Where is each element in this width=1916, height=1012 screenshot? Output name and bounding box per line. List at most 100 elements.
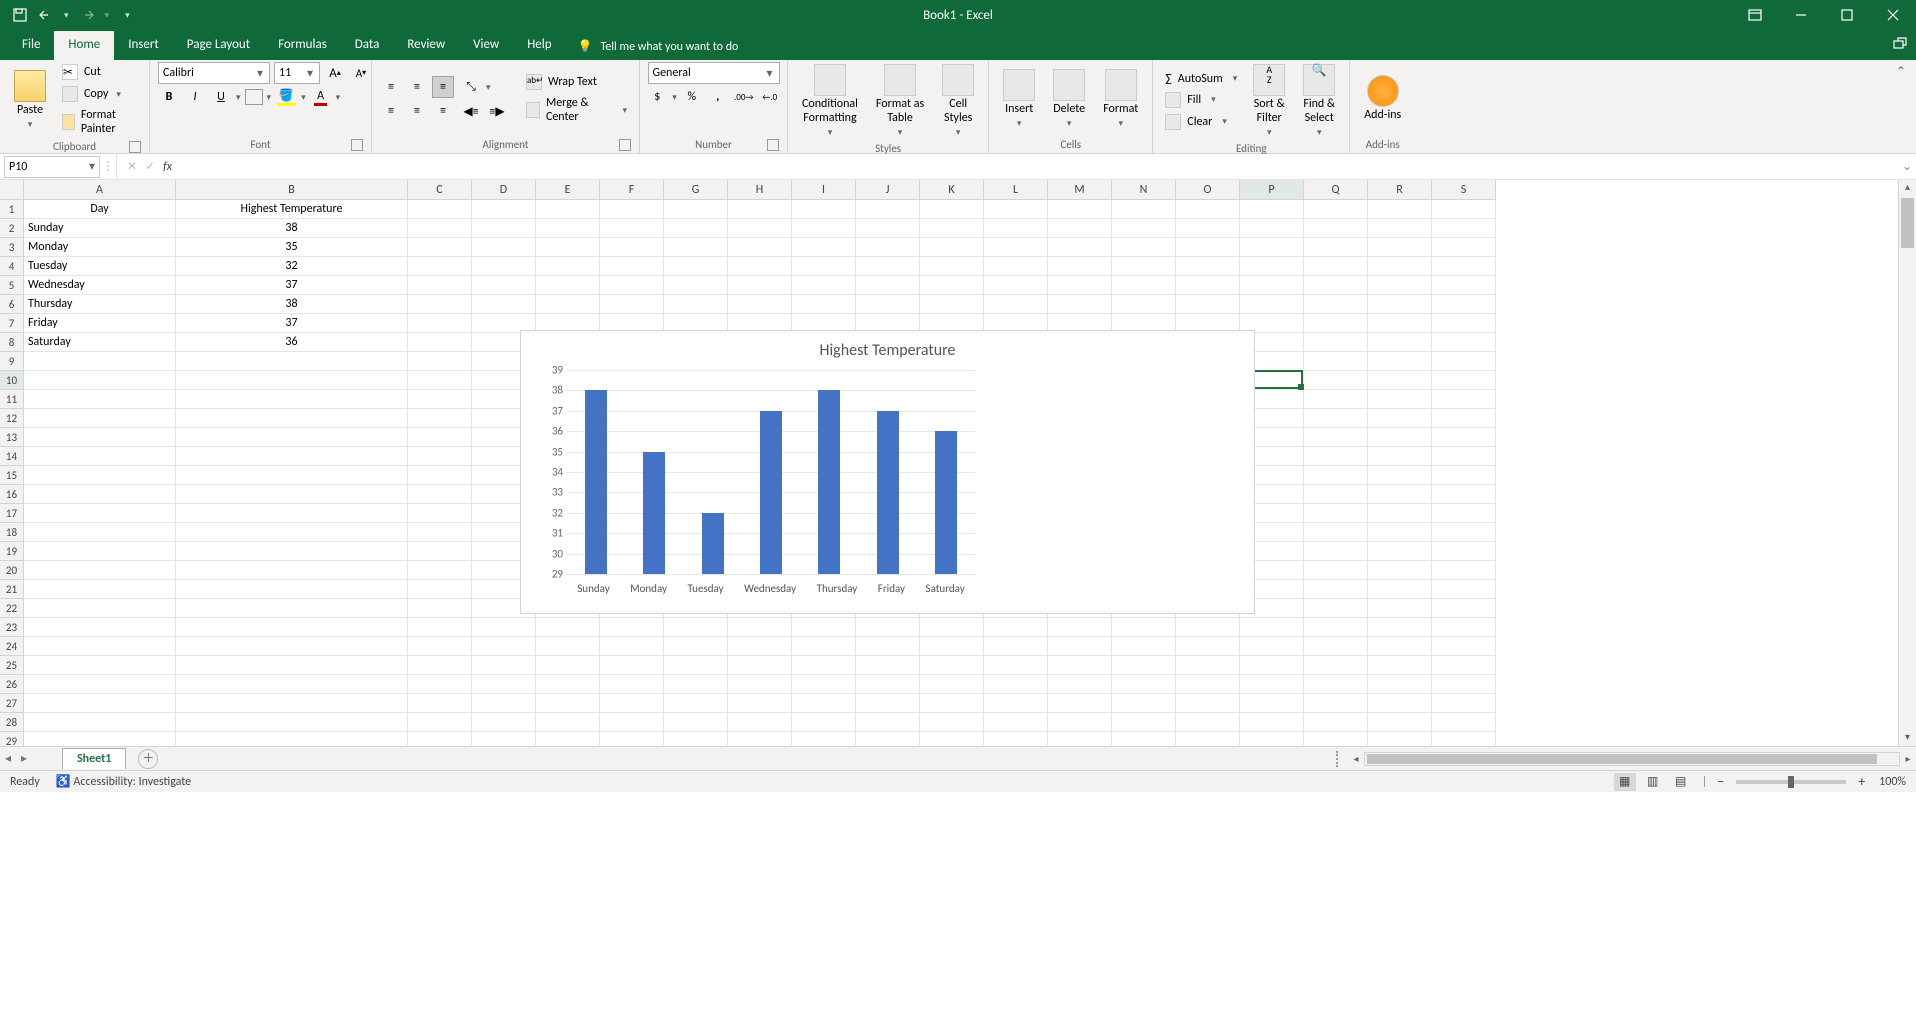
cell[interactable] — [1432, 732, 1496, 746]
cell[interactable]: Sunday — [24, 219, 176, 238]
cell[interactable] — [408, 637, 472, 656]
cell[interactable] — [472, 200, 536, 219]
cell[interactable] — [1240, 732, 1304, 746]
cell[interactable] — [920, 618, 984, 637]
cell[interactable] — [1432, 637, 1496, 656]
cell[interactable] — [728, 257, 792, 276]
cell[interactable] — [1368, 694, 1432, 713]
cell[interactable] — [1048, 295, 1112, 314]
cell[interactable] — [408, 561, 472, 580]
cell[interactable] — [176, 580, 408, 599]
cell-styles-button[interactable]: Cell Styles▾ — [936, 62, 980, 140]
row-header-9[interactable]: 9 — [0, 352, 24, 371]
cell[interactable] — [1368, 352, 1432, 371]
cell[interactable] — [600, 200, 664, 219]
cell[interactable] — [1368, 257, 1432, 276]
row-header-15[interactable]: 15 — [0, 466, 24, 485]
cell[interactable]: Thursday — [24, 295, 176, 314]
cell[interactable] — [176, 371, 408, 390]
redo-icon[interactable] — [79, 7, 95, 23]
cell[interactable] — [1304, 295, 1368, 314]
cell[interactable] — [728, 276, 792, 295]
cell[interactable] — [664, 618, 728, 637]
decrease-indent-button[interactable]: ◀≡ — [460, 100, 482, 122]
cell[interactable] — [920, 295, 984, 314]
cell[interactable] — [1432, 542, 1496, 561]
cell[interactable] — [1240, 276, 1304, 295]
col-header-C[interactable]: C — [408, 180, 472, 200]
cell[interactable] — [1176, 694, 1240, 713]
dialog-launcher-icon[interactable] — [129, 141, 141, 153]
horizontal-scrollbar[interactable]: ◂ ▸ — [1336, 750, 1916, 768]
underline-button[interactable]: U — [210, 86, 232, 108]
cell[interactable]: Saturday — [24, 333, 176, 352]
cell[interactable] — [600, 295, 664, 314]
cell[interactable] — [1432, 485, 1496, 504]
cell[interactable] — [1176, 656, 1240, 675]
cell[interactable] — [1432, 333, 1496, 352]
col-header-G[interactable]: G — [664, 180, 728, 200]
normal-view-button[interactable]: ▦ — [1614, 773, 1636, 791]
align-right-button[interactable]: ≡ — [432, 100, 454, 122]
number-format-combo[interactable]: General▾ — [648, 62, 780, 84]
cell[interactable] — [24, 599, 176, 618]
new-sheet-button[interactable]: ＋ — [138, 749, 158, 769]
cell[interactable] — [792, 713, 856, 732]
cell[interactable] — [1368, 504, 1432, 523]
cell[interactable] — [1368, 580, 1432, 599]
customize-qat-icon[interactable]: ▾ — [125, 10, 130, 21]
cell[interactable] — [176, 447, 408, 466]
cell[interactable] — [408, 200, 472, 219]
cell[interactable] — [1432, 276, 1496, 295]
cell[interactable] — [176, 390, 408, 409]
cell[interactable] — [1112, 713, 1176, 732]
share-icon[interactable] — [1892, 36, 1908, 54]
cell[interactable] — [920, 257, 984, 276]
cell[interactable] — [1368, 295, 1432, 314]
cell[interactable] — [728, 219, 792, 238]
row-header-29[interactable]: 29 — [0, 732, 24, 746]
paste-button[interactable]: Paste ▾ — [8, 68, 52, 132]
cell[interactable]: 37 — [176, 276, 408, 295]
fx-icon[interactable]: fx — [163, 160, 172, 174]
cell[interactable] — [472, 713, 536, 732]
cell[interactable] — [176, 694, 408, 713]
cell[interactable] — [1368, 314, 1432, 333]
cell[interactable] — [1240, 219, 1304, 238]
cell[interactable] — [664, 238, 728, 257]
cell[interactable] — [728, 637, 792, 656]
sheet-tab-active[interactable]: Sheet1 — [62, 748, 126, 769]
cell[interactable] — [920, 276, 984, 295]
cell[interactable] — [1368, 390, 1432, 409]
cell[interactable]: Monday — [24, 238, 176, 257]
cell[interactable] — [1048, 694, 1112, 713]
insert-cells-button[interactable]: Insert▾ — [997, 67, 1041, 131]
cell[interactable] — [24, 732, 176, 746]
cell[interactable] — [176, 599, 408, 618]
cell[interactable] — [24, 713, 176, 732]
cell[interactable] — [728, 713, 792, 732]
fill-color-button[interactable]: 🪣 — [275, 86, 297, 108]
align-left-button[interactable]: ≡ — [380, 100, 402, 122]
font-size-combo[interactable]: 11▾ — [274, 62, 320, 84]
col-header-E[interactable]: E — [536, 180, 600, 200]
cell[interactable] — [728, 675, 792, 694]
cell[interactable] — [1304, 219, 1368, 238]
cell[interactable] — [1304, 466, 1368, 485]
cell[interactable] — [792, 200, 856, 219]
chart-bar[interactable] — [935, 431, 957, 574]
cell[interactable] — [408, 504, 472, 523]
cell[interactable] — [1432, 447, 1496, 466]
cell[interactable] — [1432, 352, 1496, 371]
cell[interactable] — [1304, 314, 1368, 333]
cell[interactable] — [1304, 675, 1368, 694]
cell[interactable] — [1048, 200, 1112, 219]
cell[interactable] — [176, 675, 408, 694]
cell[interactable] — [1304, 694, 1368, 713]
cell[interactable] — [984, 276, 1048, 295]
cell[interactable] — [1368, 561, 1432, 580]
cell[interactable] — [984, 618, 1048, 637]
cell[interactable] — [1304, 485, 1368, 504]
cell[interactable] — [1432, 371, 1496, 390]
cell[interactable] — [472, 694, 536, 713]
